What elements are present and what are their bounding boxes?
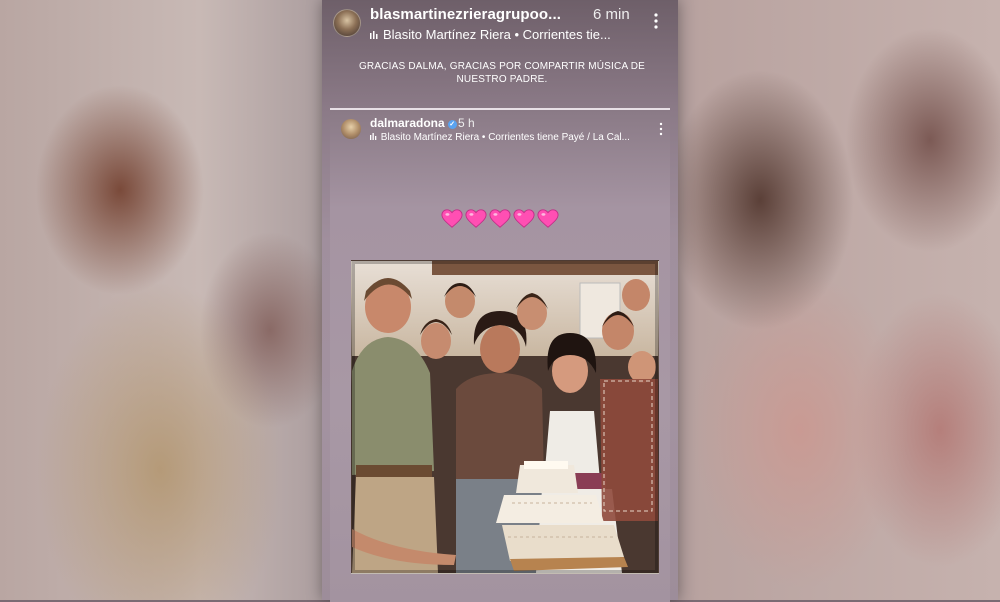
- story-music-text: Blasito Martínez Riera • Corrientes tie.…: [383, 27, 611, 42]
- instagram-story: blasmartinezrieragrupoo... 6 min Blasito…: [322, 0, 678, 602]
- story-music-label[interactable]: Blasito Martínez Riera • Corrientes tie.…: [370, 27, 611, 42]
- story-caption-line: GRACIAS DALMA, GRACIAS POR COMPARTIR MÚS…: [358, 61, 646, 72]
- story-caption: GRACIAS DALMA, GRACIAS POR COMPARTIR MÚS…: [352, 60, 652, 86]
- heart-icon: [537, 208, 559, 230]
- music-bars-icon: [370, 31, 379, 42]
- story-timestamp: 6 min: [593, 6, 630, 23]
- photo-illustration: [352, 261, 658, 573]
- verified-icon: ✓: [447, 120, 457, 129]
- story-username[interactable]: blasmartinezrieragrupoo...: [370, 6, 561, 23]
- avatar[interactable]: [333, 9, 361, 37]
- heart-icon: [465, 208, 487, 230]
- heart-icon: [489, 208, 511, 230]
- more-options-icon[interactable]: [658, 122, 664, 136]
- story-caption-line: NUESTRO PADRE.: [456, 74, 548, 85]
- more-options-icon[interactable]: [650, 11, 662, 31]
- hearts-row: [330, 208, 670, 237]
- reshared-story-card[interactable]: dalmaradona ✓ 5 h Blasito Martínez Riera …: [330, 108, 670, 602]
- avatar[interactable]: [341, 119, 361, 139]
- reshare-music-label[interactable]: Blasito Martínez Riera • Corrientes tien…: [370, 132, 630, 143]
- reshare-timestamp: 5 h: [458, 116, 475, 130]
- reshare-username-text: dalmaradona: [370, 116, 445, 130]
- reshare-music-text: Blasito Martínez Riera • Corrientes tien…: [380, 132, 630, 143]
- music-bars-icon: [370, 132, 381, 143]
- story-header: blasmartinezrieragrupoo... 6 min Blasito…: [322, 0, 678, 46]
- reshare-username[interactable]: dalmaradona ✓: [370, 116, 457, 130]
- heart-icon: [513, 208, 535, 230]
- heart-icon: [441, 208, 463, 230]
- vintage-birthday-photo: [351, 260, 659, 574]
